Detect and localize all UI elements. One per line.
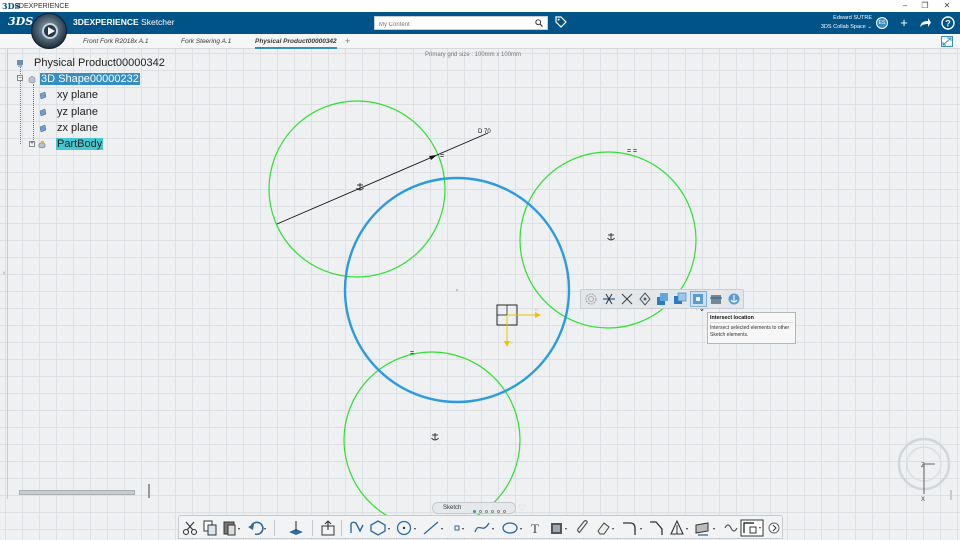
tooltip-title: Intersect location — [710, 315, 793, 323]
equal-constraint-double: = = — [627, 148, 637, 155]
tree-node-xy-plane[interactable]: xy plane — [39, 89, 98, 101]
tree-label-yz: yz plane — [57, 106, 98, 118]
project-3d-icon — [657, 293, 669, 305]
tree-label-root: Physical Product00000342 — [34, 57, 165, 69]
heart-icon[interactable]: ♡ — [518, 503, 526, 514]
action-bar: T — [178, 515, 783, 539]
plane-icon — [39, 108, 47, 116]
corner-button[interactable] — [619, 291, 636, 307]
svg-text:H: H — [535, 307, 538, 312]
tooltip-body: Intersect selected elements to other Ske… — [710, 325, 790, 338]
page-dot[interactable] — [473, 510, 476, 513]
offset-button[interactable] — [583, 291, 600, 307]
page-dot[interactable] — [479, 510, 482, 513]
tree-node-shape[interactable]: 3D Shape00000232 — [28, 73, 140, 85]
svg-text:V: V — [510, 340, 513, 345]
tree-connector — [33, 84, 34, 144]
scroll-splitter[interactable] — [148, 484, 150, 498]
cut-icon[interactable] — [182, 519, 198, 537]
view-icon[interactable] — [740, 519, 766, 537]
profile-icon[interactable] — [348, 519, 366, 537]
collapse-icon[interactable]: – — [17, 75, 23, 81]
transform-icon[interactable] — [723, 519, 739, 537]
project-button[interactable] — [636, 291, 653, 307]
text-icon[interactable]: T — [529, 519, 545, 537]
project-icon[interactable] — [694, 519, 718, 537]
copy-icon[interactable] — [202, 519, 218, 537]
page-dot[interactable] — [503, 510, 506, 513]
conic-icon[interactable] — [501, 519, 525, 537]
anchor-icon — [728, 293, 740, 305]
tree-node-partbody[interactable]: PartBody — [38, 138, 104, 150]
shape-icon — [28, 75, 36, 83]
trim-icon — [603, 293, 616, 305]
next-icon[interactable] — [768, 519, 780, 537]
expand-icon[interactable]: + — [29, 141, 35, 147]
tree-label-partbody: PartBody — [56, 138, 104, 150]
compass-z-label: Z — [921, 463, 925, 469]
tree-label-xy: xy plane — [57, 89, 98, 101]
equal-constraint: = — [440, 153, 444, 160]
intersect-3d-icon — [674, 292, 687, 304]
cut-part-icon — [709, 295, 722, 304]
export-icon[interactable] — [320, 519, 336, 537]
project-icon — [639, 292, 651, 306]
erase-icon[interactable] — [595, 519, 617, 537]
svg-text:T: T — [531, 521, 539, 536]
tree-node-root[interactable]: Physical Product00000342 — [16, 57, 165, 69]
center-point — [456, 289, 458, 291]
sketch-plane-icon[interactable] — [287, 519, 305, 537]
page-dot[interactable] — [485, 510, 488, 513]
polygon-icon[interactable] — [369, 519, 393, 537]
view-compass[interactable]: Z X — [895, 436, 953, 502]
tree-label-zx: zx plane — [57, 122, 98, 134]
dimension-arrow — [429, 155, 437, 160]
tree-label-shape: 3D Shape00000232 — [40, 73, 140, 85]
horizontal-scrollbar[interactable] — [19, 490, 135, 495]
corner-icon — [621, 293, 633, 305]
toolbar-separator — [341, 520, 342, 536]
circle-icon[interactable] — [395, 519, 419, 537]
spline-icon[interactable] — [473, 519, 497, 537]
sketch-status-pill[interactable]: Sketch — [432, 502, 516, 514]
play-icon — [42, 23, 58, 39]
context-toolbar — [580, 289, 744, 309]
sketch-geometry: D 70 = = = = H V — [268, 100, 706, 529]
clip-icon[interactable] — [575, 519, 591, 537]
paste-icon[interactable] — [222, 519, 242, 537]
offset-icon — [585, 293, 597, 305]
constraint-icon[interactable] — [549, 519, 571, 537]
point-icon[interactable] — [450, 519, 466, 537]
sketch-label: Sketch — [443, 505, 462, 511]
fillet-icon[interactable] — [648, 519, 664, 537]
anchor-icon — [607, 233, 615, 241]
page-dot[interactable] — [491, 510, 494, 513]
mirror-icon[interactable] — [669, 519, 691, 537]
corner-icon[interactable] — [621, 519, 645, 537]
equal-constraint-bottom: = — [410, 350, 414, 357]
tree-node-zx-plane[interactable]: zx plane — [39, 122, 98, 134]
intersect-location-button[interactable] — [689, 291, 707, 307]
undo-icon[interactable] — [247, 519, 269, 537]
intersect-location-icon — [693, 294, 704, 304]
cut-part-button[interactable] — [708, 291, 725, 307]
toolbar-separator — [312, 520, 313, 536]
toolbar-separator — [274, 520, 275, 536]
tree-node-yz-plane[interactable]: yz plane — [39, 106, 98, 118]
plane-icon — [39, 124, 47, 132]
project-3d-button[interactable] — [654, 291, 671, 307]
compass-x-label: X — [921, 497, 925, 502]
page-dot[interactable] — [497, 510, 500, 513]
intersect-3d-button[interactable] — [672, 291, 689, 307]
dimension-label: D 70 — [478, 129, 491, 135]
line-icon[interactable] — [422, 519, 446, 537]
plane-icon — [39, 91, 47, 99]
3d-compass-button[interactable] — [31, 13, 67, 49]
trim-button[interactable] — [601, 291, 618, 307]
anchor-icon — [431, 433, 439, 441]
body-icon — [38, 140, 46, 148]
tooltip: Intersect location Intersect selected el… — [707, 312, 796, 344]
product-icon — [17, 59, 23, 67]
anchor-button[interactable] — [725, 291, 742, 307]
